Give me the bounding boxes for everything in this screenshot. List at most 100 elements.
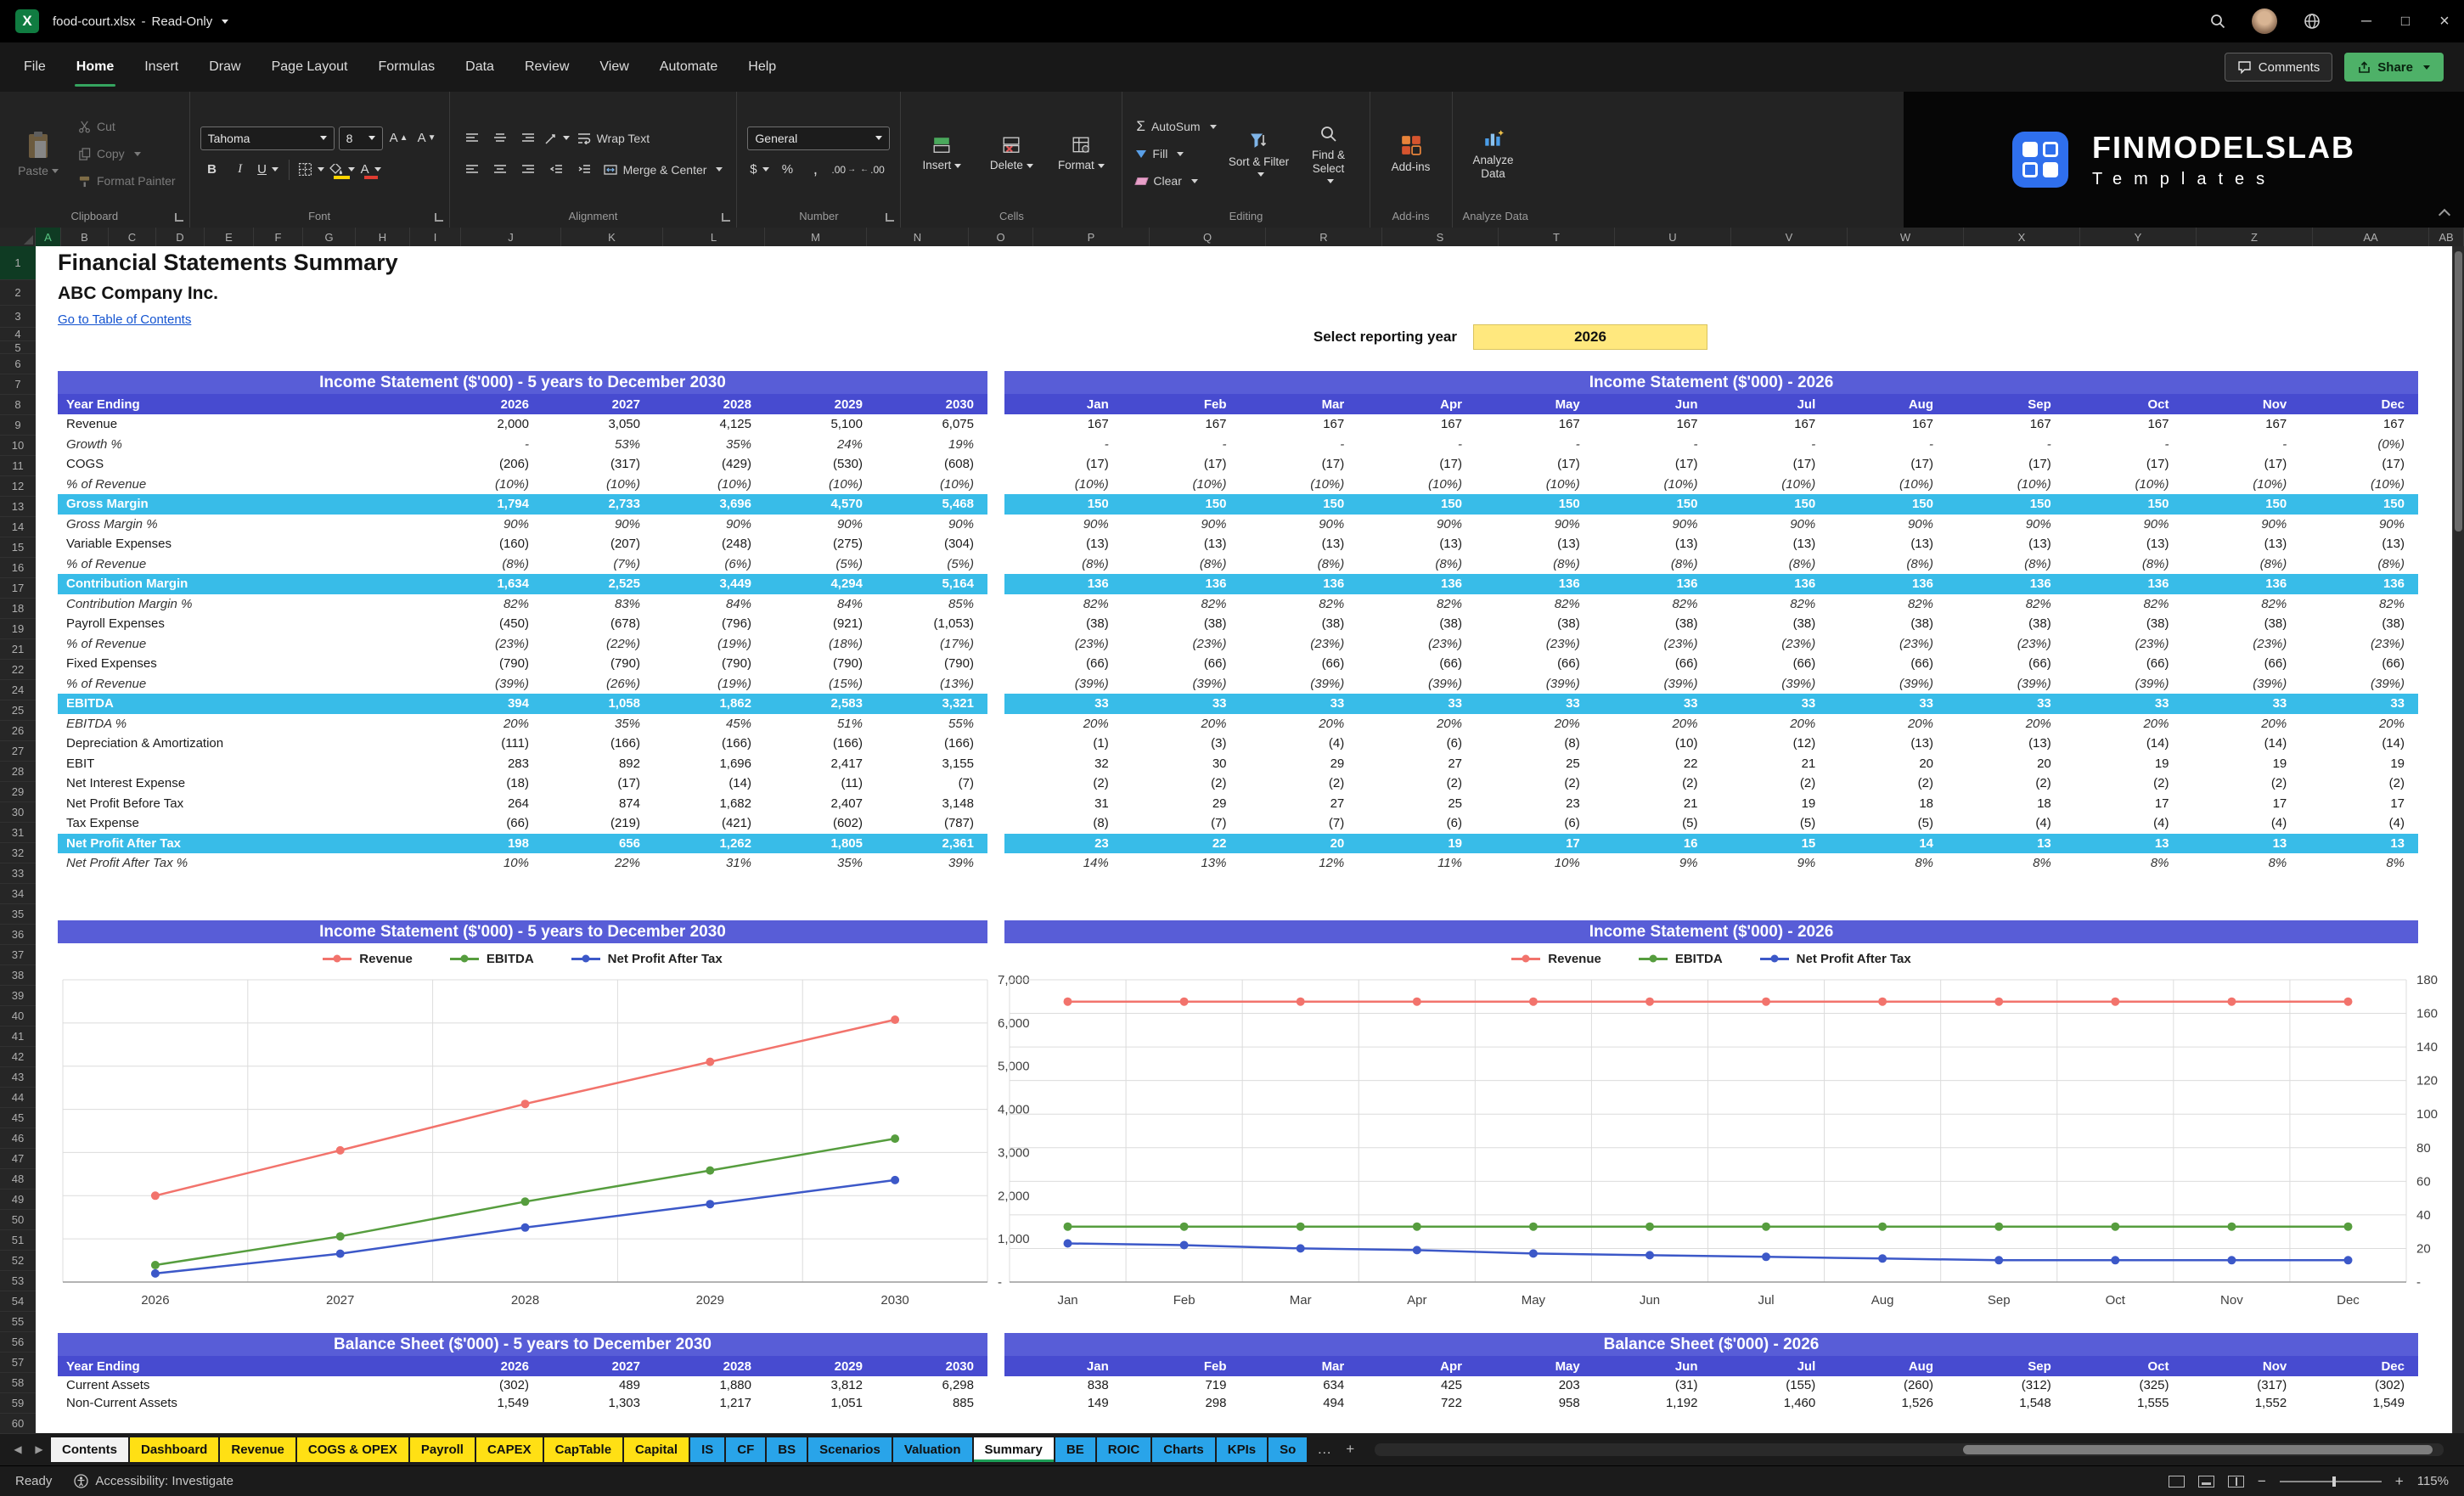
cell[interactable]: (38) — [1712, 616, 1830, 631]
cell[interactable]: (2) — [1358, 776, 1476, 790]
cell[interactable]: (66) — [1594, 656, 1712, 671]
sheet-tab-cogs-opex[interactable]: COGS & OPEX — [296, 1437, 408, 1462]
menu-tab-draw[interactable]: Draw — [194, 42, 256, 92]
comments-button[interactable]: Comments — [2224, 53, 2333, 82]
column-2027[interactable]: 2027 — [543, 1359, 654, 1374]
cell[interactable]: (4) — [1240, 736, 1359, 751]
column-header-O[interactable]: O — [969, 228, 1033, 246]
sheet-tab-capex[interactable]: CAPEX — [475, 1437, 543, 1462]
cell[interactable]: (10%) — [543, 477, 654, 492]
cell[interactable]: 90% — [2065, 517, 2183, 531]
row-header-50[interactable]: 50 — [0, 1210, 36, 1230]
row-label[interactable]: Payroll Expenses — [58, 616, 431, 631]
underline-button[interactable]: U — [256, 158, 280, 182]
cell[interactable]: 719 — [1122, 1378, 1240, 1392]
cell[interactable]: 32 — [1004, 756, 1122, 771]
row-header-21[interactable]: 21 — [0, 639, 36, 660]
cell[interactable]: 425 — [1358, 1378, 1476, 1392]
tab-scroll-left-icon[interactable]: ◀ — [8, 1443, 27, 1455]
column-apr[interactable]: Apr — [1358, 1359, 1476, 1374]
paste-button[interactable]: Paste — [10, 131, 66, 177]
cell[interactable]: (39%) — [1476, 677, 1594, 691]
cell[interactable]: (4) — [2183, 816, 2301, 830]
column-header-I[interactable]: I — [410, 228, 461, 246]
cell[interactable]: 22 — [1594, 756, 1712, 771]
cell[interactable]: (8%) — [2300, 557, 2418, 571]
close-button[interactable]: × — [2425, 0, 2464, 42]
cell[interactable]: (260) — [1829, 1378, 1947, 1392]
cell[interactable]: (10%) — [1122, 477, 1240, 492]
cell[interactable]: (317) — [2183, 1378, 2301, 1392]
row-header-42[interactable]: 42 — [0, 1047, 36, 1067]
menu-tab-data[interactable]: Data — [450, 42, 509, 92]
cell[interactable]: (8%) — [1240, 557, 1359, 571]
cell[interactable]: 3,812 — [765, 1378, 876, 1392]
cell[interactable]: 19% — [876, 437, 987, 452]
cell[interactable]: (23%) — [431, 637, 543, 651]
cell[interactable]: 5,468 — [876, 497, 987, 511]
row-header-6[interactable]: 6 — [0, 354, 36, 374]
search-icon[interactable] — [2209, 13, 2226, 30]
cell[interactable]: (8%) — [1122, 557, 1240, 571]
cell[interactable]: (2) — [2300, 776, 2418, 790]
cell[interactable]: (790) — [654, 656, 765, 671]
cell[interactable]: 90% — [876, 517, 987, 531]
cell[interactable]: 33 — [1004, 696, 1122, 711]
row-label[interactable]: Net Interest Expense — [58, 776, 431, 790]
align-left-button[interactable] — [460, 158, 484, 182]
column-header-C[interactable]: C — [109, 228, 156, 246]
cell[interactable]: 27 — [1240, 796, 1359, 811]
cell[interactable]: 16 — [1594, 836, 1712, 851]
column-may[interactable]: May — [1476, 397, 1594, 412]
cell[interactable]: 20 — [1829, 756, 1947, 771]
menu-tab-insert[interactable]: Insert — [129, 42, 194, 92]
cell[interactable]: (38) — [1240, 616, 1359, 631]
cell[interactable]: (10%) — [1829, 477, 1947, 492]
cell[interactable]: (66) — [1122, 656, 1240, 671]
cell[interactable]: 1,262 — [654, 836, 765, 851]
cell[interactable]: 8% — [2065, 856, 2183, 870]
column-aug[interactable]: Aug — [1829, 397, 1947, 412]
column-header-D[interactable]: D — [156, 228, 205, 246]
cell[interactable]: (0%) — [2300, 437, 2418, 452]
row-header-40[interactable]: 40 — [0, 1006, 36, 1026]
cell[interactable]: (23%) — [2183, 637, 2301, 651]
borders-button[interactable] — [298, 158, 324, 182]
row-label[interactable]: EBIT — [58, 756, 431, 771]
sheet-tab-bs[interactable]: BS — [767, 1437, 807, 1462]
cell[interactable]: 20% — [1947, 717, 2065, 731]
cell[interactable]: (17) — [1122, 457, 1240, 471]
cell[interactable]: 150 — [1358, 497, 1476, 511]
cell[interactable]: (38) — [1829, 616, 1947, 631]
decrease-font-size-button[interactable]: A ▼ — [415, 127, 439, 150]
cell[interactable]: (38) — [2065, 616, 2183, 631]
row-label[interactable]: Revenue — [58, 417, 431, 431]
cell[interactable]: 136 — [2065, 576, 2183, 591]
decrease-indent-button[interactable] — [544, 158, 568, 182]
row-header-60[interactable]: 60 — [0, 1414, 36, 1434]
cell[interactable]: - — [1476, 437, 1594, 452]
column-2029[interactable]: 2029 — [765, 1359, 876, 1374]
cell[interactable]: (608) — [876, 457, 987, 471]
cell[interactable]: (17) — [2065, 457, 2183, 471]
cell[interactable]: 167 — [1122, 417, 1240, 431]
menu-tab-help[interactable]: Help — [733, 42, 791, 92]
cell[interactable]: (7) — [876, 776, 987, 790]
tab-scroll-right-icon[interactable]: ▶ — [30, 1443, 48, 1455]
cell[interactable]: (17) — [1358, 457, 1476, 471]
cell[interactable]: 656 — [543, 836, 654, 851]
cell[interactable]: - — [1240, 437, 1359, 452]
row-label[interactable]: Current Assets — [58, 1378, 431, 1392]
cell[interactable]: (10) — [1594, 736, 1712, 751]
format-cells-button[interactable]: Format — [1050, 136, 1111, 172]
row-header-49[interactable]: 49 — [0, 1189, 36, 1210]
row-header-26[interactable]: 26 — [0, 721, 36, 741]
cell[interactable]: (38) — [1594, 616, 1712, 631]
cell[interactable]: (166) — [654, 736, 765, 751]
cell[interactable]: 33 — [1122, 696, 1240, 711]
cell[interactable]: 19 — [2300, 756, 2418, 771]
clear-button[interactable]: Clear — [1133, 171, 1219, 191]
cell[interactable]: 20% — [1829, 717, 1947, 731]
cell[interactable]: (18%) — [765, 637, 876, 651]
cell[interactable]: 33 — [1947, 696, 2065, 711]
